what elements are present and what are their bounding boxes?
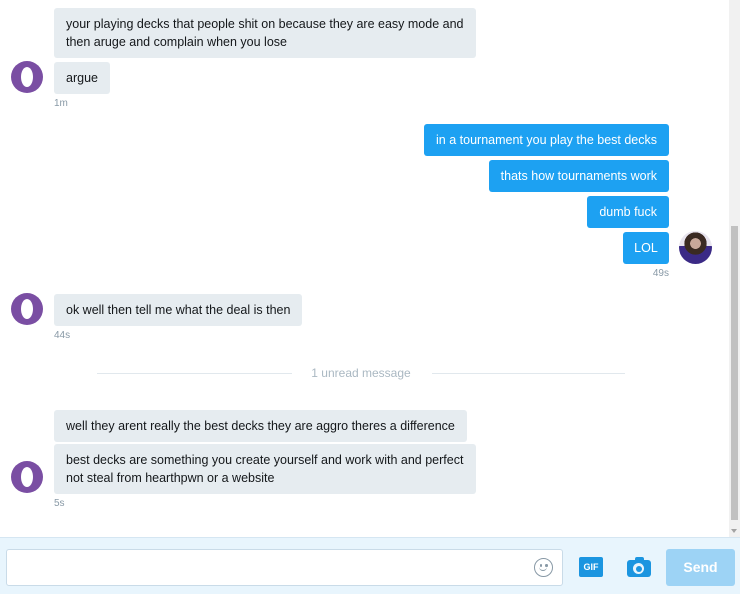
message-bubble-incoming: ok well then tell me what the deal is th… xyxy=(54,294,303,326)
message-bubble-incoming: argue xyxy=(54,62,110,94)
unread-divider: 1 unread message xyxy=(97,366,625,380)
message-bubble-outgoing: dumb fuck xyxy=(587,196,669,228)
message-timestamp: 49s xyxy=(652,268,669,279)
scrollbar[interactable] xyxy=(729,0,740,537)
message-bubble-incoming: well they arent really the best decks th… xyxy=(54,410,467,442)
camera-icon[interactable] xyxy=(627,556,651,578)
emoji-icon[interactable] xyxy=(534,558,553,577)
message-bubble-incoming: your playing decks that people shit on b… xyxy=(54,8,476,58)
avatar[interactable] xyxy=(11,61,43,93)
message-bubble-outgoing: LOL xyxy=(623,232,669,264)
message-bubble-outgoing: in a tournament you play the best decks xyxy=(424,124,669,156)
message-timestamp: 1m xyxy=(54,98,68,109)
scroll-down-arrow-icon[interactable] xyxy=(731,529,737,533)
message-timestamp: 5s xyxy=(54,498,65,509)
message-bubble-outgoing: thats how tournaments work xyxy=(488,160,669,192)
avatar[interactable] xyxy=(679,231,712,264)
message-input[interactable] xyxy=(6,549,563,586)
message-thread[interactable]: your playing decks that people shit on b… xyxy=(0,0,729,537)
send-button[interactable]: Send xyxy=(666,549,735,586)
avatar[interactable] xyxy=(11,461,43,493)
message-timestamp: 44s xyxy=(54,330,71,341)
divider-line xyxy=(432,373,625,374)
avatar[interactable] xyxy=(11,293,43,325)
scrollbar-thumb[interactable] xyxy=(731,226,738,520)
emoji-mouth xyxy=(539,567,547,571)
camera-lens xyxy=(633,563,644,574)
gif-icon[interactable]: GIF xyxy=(579,557,603,577)
message-bubble-incoming: best decks are something you create your… xyxy=(54,444,476,494)
